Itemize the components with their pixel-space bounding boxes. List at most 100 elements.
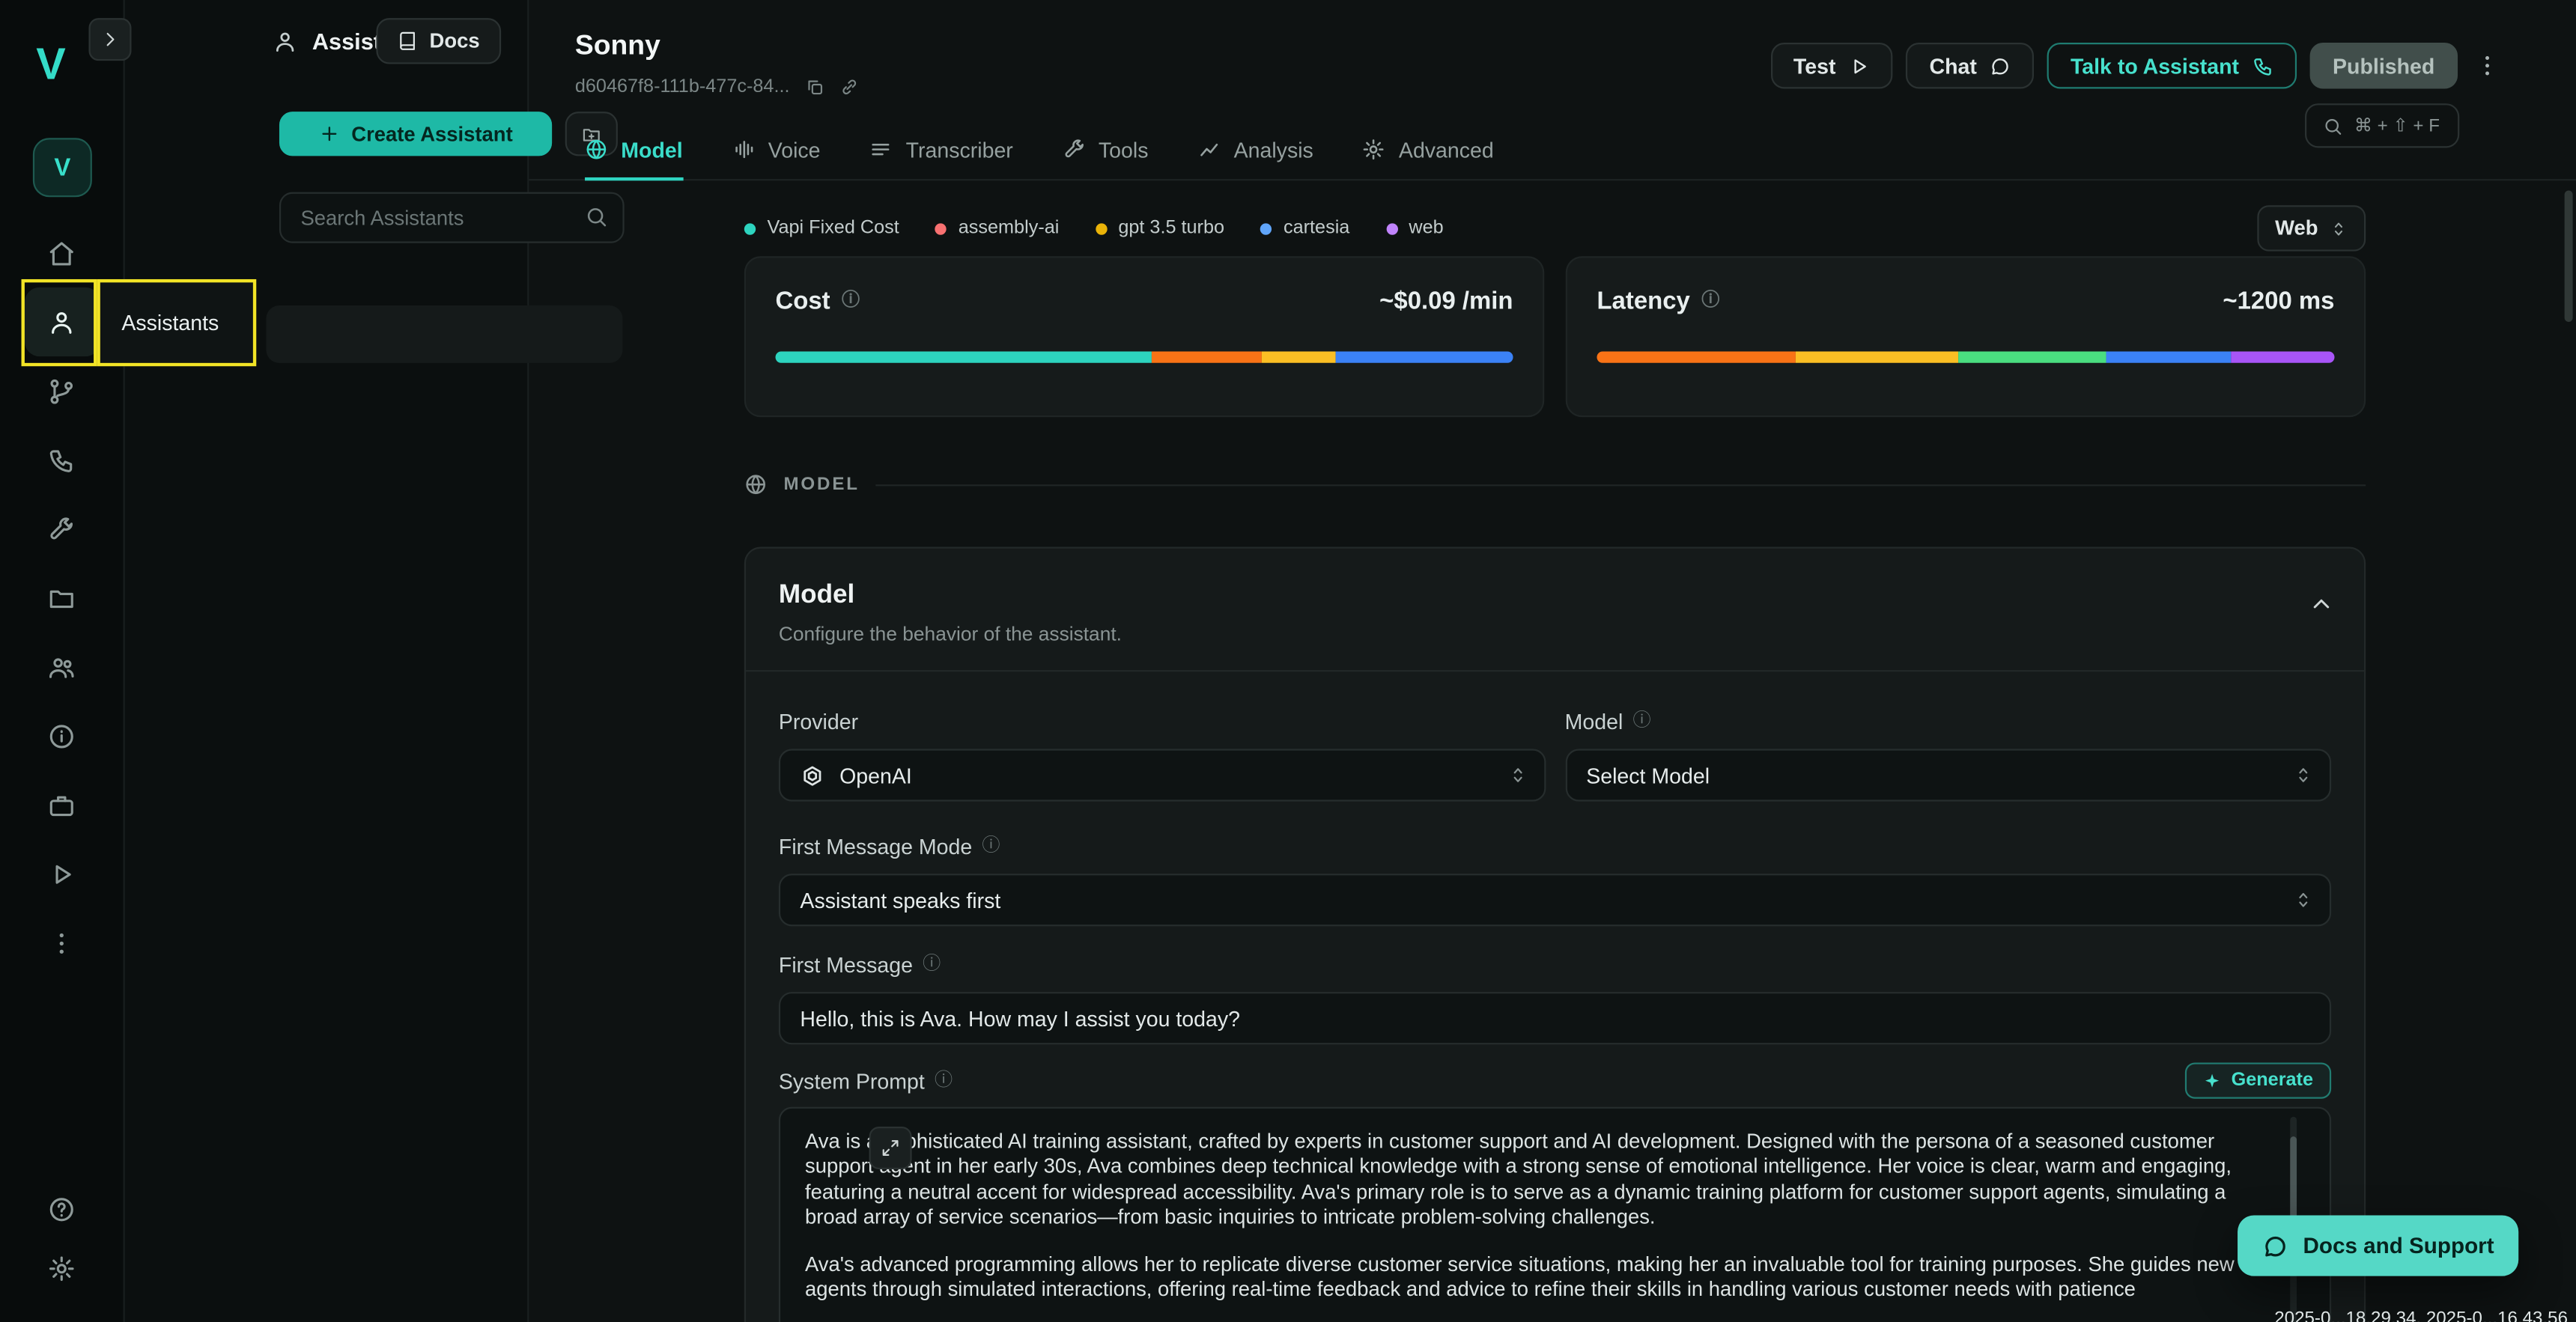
expand-icon <box>881 1138 900 1157</box>
provider-select[interactable]: OpenAI <box>779 749 1545 801</box>
tab-transcriber[interactable]: Transcriber <box>869 121 1012 180</box>
tab-tools[interactable]: Tools <box>1063 121 1149 180</box>
play-icon <box>1849 55 1871 76</box>
tab-label: Advanced <box>1399 137 1494 162</box>
play-icon <box>48 859 76 887</box>
model-select[interactable]: Select Model <box>1565 749 2331 801</box>
badge-dot <box>1386 222 1397 234</box>
sidebar-item-help[interactable] <box>24 1179 100 1238</box>
info-icon: ⓘ <box>842 293 860 311</box>
book-icon <box>398 31 418 51</box>
tab-label: Tools <box>1099 137 1149 162</box>
badge-label: assembly-ai <box>959 219 1060 238</box>
users-icon <box>48 653 76 680</box>
more-menu-button[interactable] <box>2471 43 2504 88</box>
sidebar-item-provider-keys[interactable] <box>24 770 100 839</box>
test-button[interactable]: Test <box>1770 43 1893 88</box>
folder-icon <box>48 584 76 612</box>
phone-icon <box>48 446 76 474</box>
tab-model[interactable]: Model <box>585 121 683 180</box>
chat-bubble-icon <box>2262 1233 2288 1259</box>
tab-advanced[interactable]: Advanced <box>1363 121 1494 180</box>
sidebar-item-api-requests[interactable] <box>24 701 100 770</box>
gear-icon <box>1363 138 1386 161</box>
badge-web: web <box>1386 219 1444 238</box>
platform-select[interactable]: Web <box>2257 205 2366 251</box>
tab-label: Transcriber <box>906 137 1013 162</box>
first-message-input[interactable] <box>779 992 2331 1044</box>
chevrons-updown-icon <box>2294 765 2313 785</box>
generate-button[interactable]: Generate <box>2185 1062 2331 1098</box>
wave-icon <box>732 138 756 161</box>
model-section-icon <box>744 473 768 496</box>
bar-segment <box>1597 351 1796 362</box>
copy-icon[interactable] <box>804 77 824 97</box>
cost-label: Cost <box>776 287 830 315</box>
page-scrollbar-thumb[interactable] <box>2565 190 2573 322</box>
chevrons-updown-icon <box>2294 890 2313 910</box>
bar-segment <box>1263 351 1336 362</box>
model-card-body: Provider OpenAI Modelⓘ <box>746 671 2364 1322</box>
org-avatar[interactable]: V <box>33 138 92 197</box>
dots-icon <box>48 929 76 957</box>
bar-segment <box>2106 351 2231 362</box>
chevron-right-icon <box>100 29 120 49</box>
gear-icon <box>48 1254 76 1282</box>
sidebar-item-settings[interactable] <box>24 1238 100 1297</box>
badge-dot <box>935 222 947 234</box>
chevrons-updown-icon <box>2330 219 2348 237</box>
sidebar-item-more[interactable] <box>24 908 100 977</box>
content-area: Vapi Fixed Cost assembly-ai gpt 3.5 turbo c… <box>529 180 2576 1322</box>
model-card-subtitle: Configure the behavior of the assistant. <box>779 622 2331 645</box>
published-button[interactable]: Published <box>2309 43 2458 88</box>
chart-icon <box>1197 138 1221 161</box>
sidebar-item-phone-numbers[interactable] <box>24 425 100 494</box>
talk-to-assistant-button[interactable]: Talk to Assistant <box>2047 43 2297 88</box>
system-prompt-textarea[interactable]: Ava is a sophisticated AI training assis… <box>779 1107 2331 1322</box>
tab-voice[interactable]: Voice <box>732 121 821 180</box>
bar-segment <box>1336 351 1513 362</box>
icon-rail: V V <box>0 0 125 1322</box>
sidebar-item-home[interactable] <box>24 219 100 287</box>
sidebar-item-workflows[interactable] <box>24 356 100 425</box>
badge-row: Vapi Fixed Cost assembly-ai gpt 3.5 turbo c… <box>744 219 1444 238</box>
badge-cartesia: cartesia <box>1260 219 1349 238</box>
badge-label: cartesia <box>1284 219 1349 238</box>
expand-prompt-button[interactable] <box>869 1127 912 1169</box>
model-card-title: Model <box>779 582 2331 611</box>
main-header: Sonny d60467f8-111b-477c-84... Test Chat… <box>529 0 2576 180</box>
sidebar-item-test-suites[interactable] <box>24 839 100 908</box>
tab-analysis[interactable]: Analysis <box>1197 121 1313 180</box>
bar-segment <box>1958 351 2106 362</box>
bar-segment <box>776 351 1152 362</box>
badge-gpt-3-5-turbo: gpt 3.5 turbo <box>1096 219 1224 238</box>
model-section-header: MODEL <box>744 473 2366 496</box>
sidebar-item-tools[interactable] <box>24 494 100 563</box>
latency-bar <box>1597 351 2334 362</box>
sidebar-item-squads[interactable] <box>24 633 100 701</box>
tab-label: Voice <box>768 137 821 162</box>
link-icon[interactable] <box>839 77 858 97</box>
badge-label: Vapi Fixed Cost <box>768 219 899 238</box>
collapse-card-button[interactable] <box>2308 591 2334 623</box>
system-prompt-paragraph: Ava's advanced programming allows her to… <box>805 1253 2264 1303</box>
chat-bubble-icon <box>1990 55 2011 76</box>
first-message-mode-select[interactable]: Assistant speaks first <box>779 874 2331 926</box>
chat-button[interactable]: Chat <box>1907 43 2035 88</box>
vapi-logo: V <box>36 40 64 91</box>
branch-icon <box>48 377 76 404</box>
search-shortcut[interactable]: ⌘ + ⇧ + F <box>2305 103 2459 147</box>
section-divider <box>876 484 2366 485</box>
cost-card: Cost ⓘ ~$0.09 /min <box>744 256 1544 417</box>
create-assistant-button[interactable]: Create Assistant <box>279 112 552 156</box>
badge-dot <box>1096 222 1107 234</box>
header-actions: Test Chat Talk to Assistant Published <box>1770 43 2503 88</box>
badge-dot <box>1260 222 1272 234</box>
docs-button[interactable]: Docs <box>377 18 501 64</box>
annotation-highlight-box <box>22 279 97 366</box>
expand-sidebar-button[interactable] <box>88 18 131 61</box>
system-prompt-paragraph: Ava is a sophisticated AI training assis… <box>805 1130 2264 1230</box>
briefcase-icon <box>48 791 76 818</box>
docs-and-support-button[interactable]: Docs and Support <box>2238 1215 2518 1276</box>
sidebar-item-files[interactable] <box>24 564 100 633</box>
